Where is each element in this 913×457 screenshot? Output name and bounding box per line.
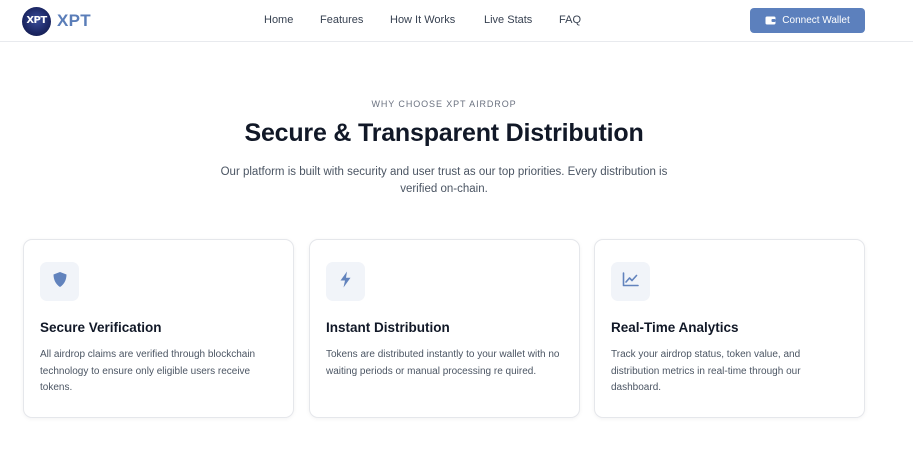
feature-icon-box	[40, 262, 79, 301]
feature-description: Track your airdrop status, token value, …	[611, 349, 801, 393]
wallet-icon	[765, 16, 776, 25]
nav-link-features[interactable]: Features	[320, 14, 363, 26]
nav-link-how-it-works[interactable]: How It Works	[390, 14, 455, 26]
section-eyebrow: WHY CHOOSE XPT AIRDROP	[371, 99, 517, 109]
lightning-icon	[339, 271, 352, 293]
feature-card-secure-verification: Secure Verification All airdrop claims a…	[23, 239, 294, 418]
feature-description: All airdrop claims are verified through …	[40, 349, 256, 393]
connect-wallet-button[interactable]: Connect Wallet	[750, 8, 865, 33]
feature-title: Real-Time Analytics	[611, 320, 739, 335]
feature-icon-box	[611, 262, 650, 301]
feature-card-instant-distribution: Instant Distribution Tokens are distribu…	[309, 239, 580, 418]
nav-link-home[interactable]: Home	[264, 14, 293, 26]
section-title: Secure & Transparent Distribution	[244, 119, 644, 147]
nav-link-faq[interactable]: FAQ	[559, 14, 581, 26]
chart-line-icon	[622, 271, 639, 292]
feature-icon-box	[326, 262, 365, 301]
shield-icon	[52, 271, 68, 293]
section-subtitle: Our platform is built with security and …	[220, 166, 668, 195]
feature-title: Instant Distribution	[326, 320, 450, 335]
feature-card-real-time-analytics: Real-Time Analytics Track your airdrop s…	[594, 239, 865, 418]
feature-description: Tokens are distributed instantly to your…	[326, 349, 560, 377]
nav-link-live-stats[interactable]: Live Stats	[484, 14, 532, 26]
feature-title: Secure Verification	[40, 320, 162, 335]
navbar: XPT XPT Home Features How It Works Live …	[0, 0, 913, 42]
connect-wallet-label: Connect Wallet	[782, 15, 850, 26]
